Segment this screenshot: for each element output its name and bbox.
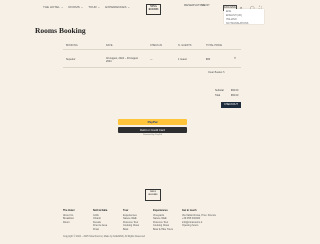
nav-item-experiences[interactable]: EXPERIENCES ⌄: [105, 5, 130, 9]
main-nav-left: THE HOTEL ⌄ ROOMS ⌄ TOUR ⌄ EXPERIENCES ⌄: [43, 5, 130, 9]
paypal-button[interactable]: PayPal: [118, 119, 187, 125]
site-logo[interactable]: NINA ROOMS: [146, 4, 161, 15]
footer-column-title: Tour: [123, 209, 129, 212]
footer-column-nolli: Nolli & Italia Grills Chianti Fiesole Fi…: [93, 209, 107, 231]
footer-logo[interactable]: NINA ROOMS: [145, 189, 161, 201]
total-label: Total: [215, 94, 221, 97]
checkout-button[interactable]: CHECKOUT: [221, 102, 241, 108]
footer-column-tour: Tour Experiences Nature Walk Florence To…: [123, 209, 139, 231]
footer-column-experiences: Experiences Vineyards Nature Walk Floren…: [153, 209, 173, 231]
language-dropdown: ENG ENGLISH (UK) ITALIANO NO TRANSLATION…: [224, 9, 264, 26]
nav-item-rooms[interactable]: ROOMS ⌄: [68, 5, 83, 9]
footer-column-title: Nolli & Italia: [93, 209, 108, 212]
footer-link[interactable]: Boat: [123, 228, 139, 232]
copyright: Copyright © 2024 – 2025 Nina Rooms | Mad…: [63, 236, 145, 238]
divider: [63, 67, 241, 68]
nav-item-the-hotel[interactable]: THE HOTEL ⌄: [43, 5, 63, 9]
booking-checkin: —: [150, 58, 153, 61]
divider: [63, 49, 241, 50]
footer-hours: Opening hours: [182, 224, 199, 228]
dropdown-item[interactable]: NO TRANSLATIONS: [224, 22, 264, 26]
nav-item-shop[interactable]: SHOP: [201, 3, 210, 7]
column-header-date: DATE: [106, 44, 113, 47]
footer-link[interactable]: Boat & Hike Tours: [153, 228, 173, 232]
remove-item-icon[interactable]: ×: [234, 56, 236, 60]
column-header-price: TOTAL PRICE: [206, 44, 223, 47]
booking-price: €84: [206, 58, 211, 61]
footer-column-title: The Hotel: [63, 209, 75, 212]
booking-guests: 1 Guest: [178, 58, 187, 61]
footer-link[interactable]: Prato: [93, 228, 107, 232]
card-payment-button[interactable]: Debit or Credit Card: [118, 127, 187, 133]
subtotal-value: €84.00: [231, 89, 239, 92]
footer-column-title: Get in touch: [182, 209, 197, 212]
column-header-booking: BOOKING: [66, 44, 78, 47]
total-value: €84.00: [231, 94, 239, 97]
page-title: Rooms Booking: [35, 26, 86, 35]
footer-column-contact: Get in touch Via Vallombrosa, Prov. Fire…: [182, 209, 216, 228]
footer-column-hotel: The Hotel About Us Breakfast Room: [63, 209, 74, 224]
booking-room-name: Superior: [66, 58, 76, 61]
footer-link[interactable]: Room: [63, 221, 74, 225]
nav-item-tour[interactable]: TOUR ⌄: [88, 5, 100, 9]
clear-basket-button[interactable]: Clear Basket ↻: [208, 71, 225, 74]
subtotal-label: Subtotal: [215, 89, 224, 92]
column-header-checkin: CHECK-IN: [150, 44, 163, 47]
column-header-guests: N. GUESTS: [178, 44, 192, 47]
footer-column-title: Experiences: [153, 209, 168, 212]
powered-by-paypal: Powered by PayPal: [142, 134, 163, 136]
booking-date: 02 August, 2024 – 03 August 2024: [106, 57, 138, 63]
